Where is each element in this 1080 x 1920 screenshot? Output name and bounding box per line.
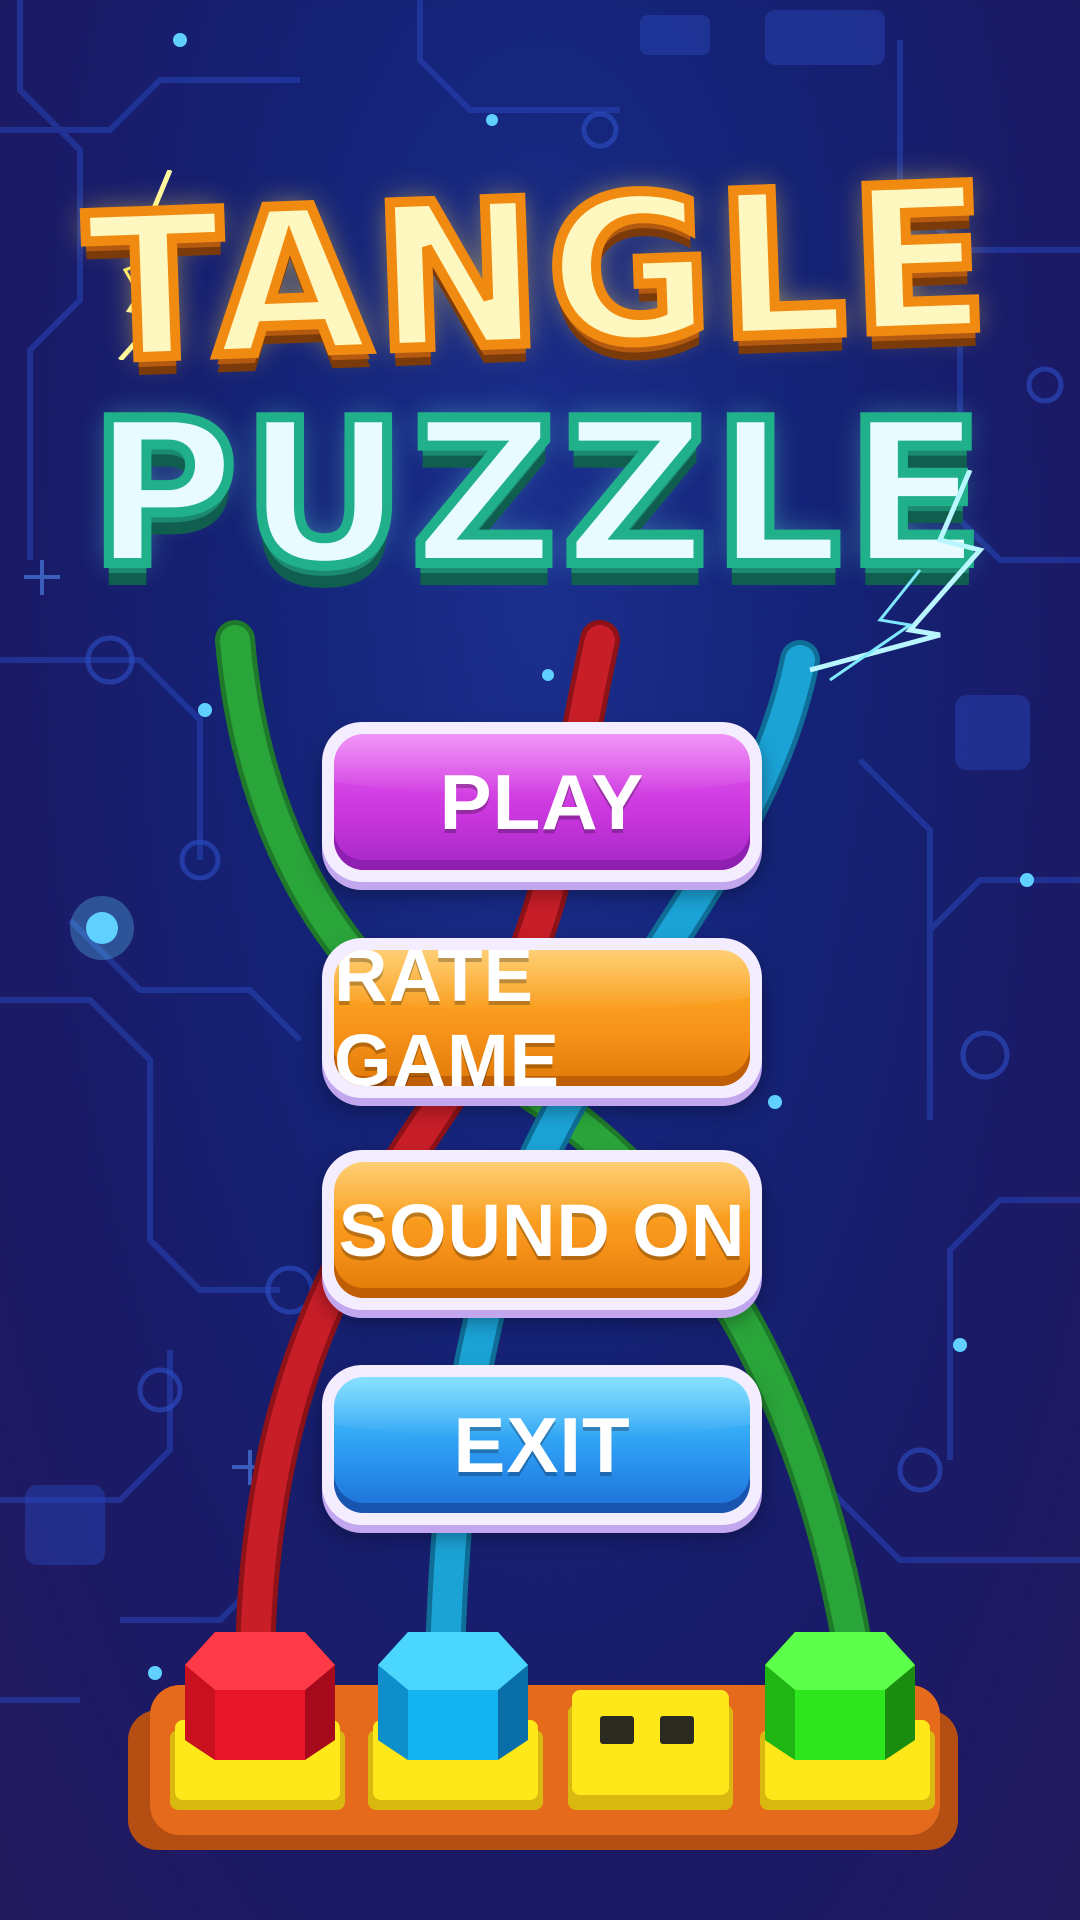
power-strip [128,1632,958,1850]
plug-green[interactable] [765,1632,915,1760]
plug-red[interactable] [185,1632,335,1760]
empty-socket[interactable] [568,1690,733,1810]
plug-blue[interactable] [378,1632,528,1760]
